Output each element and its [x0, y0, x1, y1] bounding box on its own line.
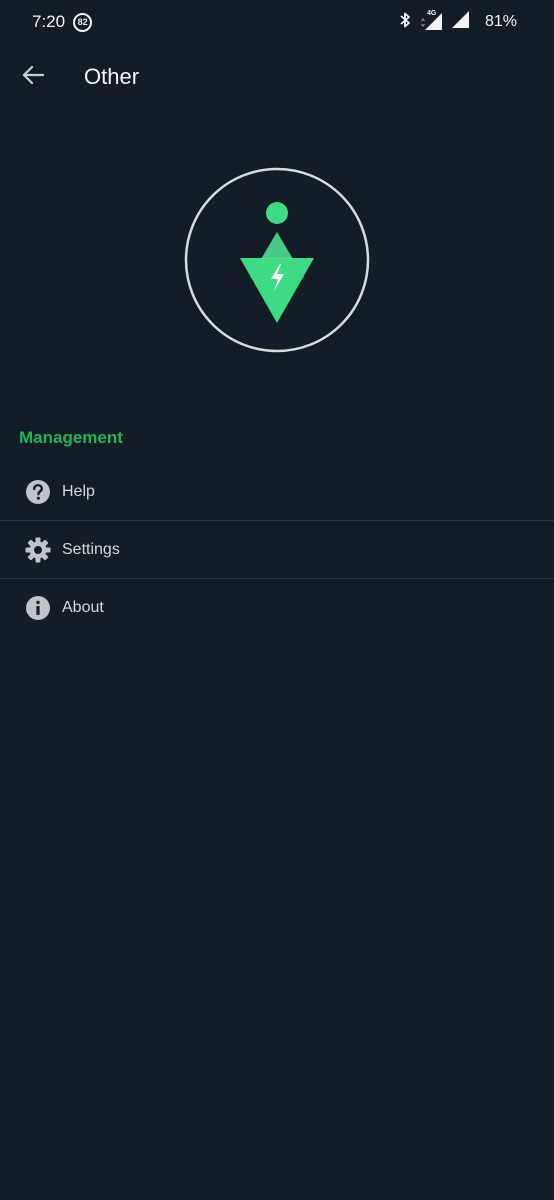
app-logo	[183, 166, 371, 354]
menu-list: Help Settings About	[0, 463, 554, 637]
notification-badge: 82	[73, 12, 93, 32]
mobile-network-icon: 4G	[421, 10, 443, 31]
menu-item-settings[interactable]: Settings	[0, 521, 554, 579]
info-circle-icon	[25, 595, 51, 621]
help-circle-icon	[25, 479, 51, 505]
status-bar: 7:20 82 4G 81%	[0, 0, 554, 44]
network-type-label: 4G	[426, 10, 437, 17]
page-title: Other	[84, 64, 140, 89]
battery-level: 81%	[484, 13, 517, 30]
menu-item-label: Help	[62, 482, 95, 500]
app-bar: Other	[0, 44, 554, 110]
app-logo-icon	[184, 167, 370, 353]
bluetooth-icon	[398, 12, 412, 33]
signal-icon	[451, 11, 470, 33]
arrow-left-icon	[22, 65, 45, 90]
status-right: 4G 81%	[398, 10, 517, 33]
menu-item-label: Settings	[62, 540, 120, 558]
back-button[interactable]	[13, 57, 53, 97]
status-time: 7:20	[32, 12, 66, 31]
menu-item-about[interactable]: About	[0, 579, 554, 637]
gear-icon	[25, 537, 51, 563]
menu-item-help[interactable]: Help	[0, 463, 554, 521]
section-header-management: Management	[19, 428, 123, 447]
status-left: 7:20 82	[32, 12, 93, 32]
menu-item-label: About	[62, 599, 104, 616]
